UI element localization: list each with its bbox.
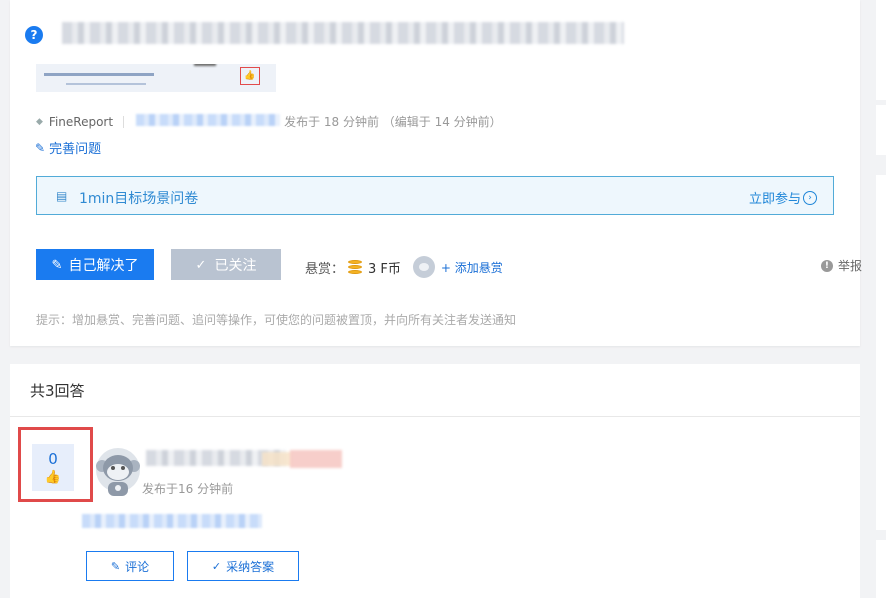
author-name-redacted[interactable] — [136, 114, 280, 126]
join-survey-link[interactable]: 立即参与 › — [749, 188, 817, 207]
edit-icon: ✎ — [51, 256, 63, 272]
hint-text: 提示：增加悬赏、完善问题、追问等操作，可使您的问题被置顶，并向所有关注者发送通知 — [36, 313, 517, 327]
upvote-button[interactable]: 0 👍 — [32, 444, 74, 491]
question-title-redacted — [62, 22, 624, 44]
arrow-right-icon: › — [803, 190, 817, 205]
avatar — [412, 256, 435, 278]
answers-card: 共3回答 0 👍 发布于16 分钟前 ✎ 评论 ✓ 采纳答案 — [10, 364, 860, 598]
answers-count: 共3回答 — [30, 382, 85, 400]
survey-banner[interactable]: ▤ 1min目标场景问卷 立即参与 › — [36, 176, 834, 215]
comment-button[interactable]: ✎ 评论 — [86, 551, 174, 581]
solved-myself-button[interactable]: ✎ 自己解决了 — [36, 249, 154, 280]
published-time: 发布于 18 分钟前 （编辑于 14 分钟前） — [284, 115, 502, 129]
accept-answer-button[interactable]: ✓ 采纳答案 — [187, 551, 299, 581]
answerer-badge-redacted — [262, 452, 292, 466]
check-icon: ✓ — [195, 256, 207, 272]
side-panel — [876, 105, 886, 155]
improve-question-link[interactable]: ✎ 完善问题 — [35, 138, 102, 158]
question-screenshot[interactable]: 👍 — [36, 64, 276, 92]
tag-icon: ◆ — [36, 116, 43, 127]
answerer-badge-redacted — [290, 450, 342, 468]
reward-label: 悬赏： — [305, 261, 345, 277]
product-tag[interactable]: FineReport — [49, 115, 113, 129]
answer-content-redacted — [82, 514, 262, 528]
divider — [10, 416, 860, 417]
edit-icon: ✎ — [110, 560, 121, 573]
question-mark-icon: ? — [25, 26, 43, 44]
info-icon: ! — [820, 259, 833, 272]
answer-published-time: 发布于16 分钟前 — [142, 482, 234, 496]
vote-count: 0 — [48, 450, 58, 468]
side-panel — [876, 540, 886, 598]
reward-amount: 3 F币 — [368, 261, 401, 277]
question-card — [10, 0, 860, 346]
document-icon: ▤ — [56, 189, 68, 203]
thumbs-up-icon: 👍 — [240, 67, 260, 85]
side-panel — [876, 0, 886, 100]
following-button[interactable]: ✓ 已关注 — [171, 249, 281, 280]
thumbs-up-icon: 👍 — [44, 470, 62, 485]
reward-section: 悬赏： 3 F币 + 添加悬赏 — [305, 256, 503, 278]
avatar[interactable] — [90, 446, 146, 500]
coin-icon — [348, 260, 363, 274]
edit-icon: ✎ — [35, 140, 46, 155]
divider — [123, 115, 125, 128]
add-reward-link[interactable]: + 添加悬赏 — [441, 259, 503, 276]
side-panel — [876, 175, 886, 530]
report-link[interactable]: ! 举报 — [820, 257, 862, 274]
check-circle-icon: ✓ — [211, 560, 222, 573]
improve-label: 完善问题 — [49, 142, 102, 157]
survey-title: 1min目标场景问卷 — [79, 191, 199, 207]
